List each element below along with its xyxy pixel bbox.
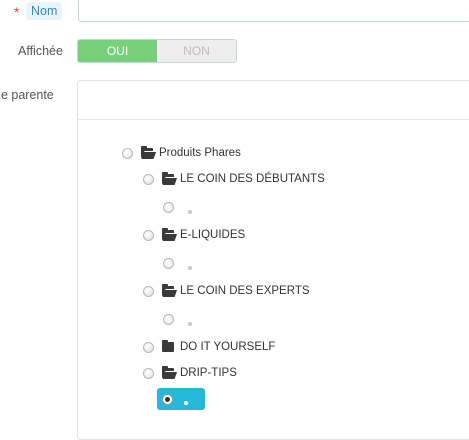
tree-node-category[interactable]: E-LIQUIDES xyxy=(143,226,245,244)
radio-button[interactable] xyxy=(143,367,154,379)
tree-node-label[interactable]: DRIP-TIPS xyxy=(180,367,237,379)
tree-node-category[interactable]: DO IT YOURSELF xyxy=(143,338,275,356)
radio-button[interactable] xyxy=(163,201,174,213)
folder-open-icon[interactable] xyxy=(162,283,178,297)
parent-category-label: rie parente xyxy=(0,88,54,102)
switch-on-option[interactable]: OUI xyxy=(78,40,157,62)
tree-node-root[interactable]: Produits Phares xyxy=(122,144,241,162)
displayed-label: Affichée xyxy=(18,44,63,58)
tree-node-empty-child[interactable] xyxy=(163,198,192,216)
name-input[interactable] xyxy=(78,0,469,22)
radio-button[interactable] xyxy=(163,313,174,325)
tree-node-label[interactable]: DO IT YOURSELF xyxy=(180,341,275,353)
radio-button[interactable] xyxy=(122,147,133,159)
tree-node-empty-child[interactable] xyxy=(163,254,192,272)
folder-open-icon[interactable] xyxy=(162,171,178,185)
tree-toolbar-divider xyxy=(78,119,469,120)
folder-open-icon[interactable] xyxy=(141,145,157,159)
tree-node-label[interactable]: E-LIQUIDES xyxy=(180,229,245,241)
name-label: Nom xyxy=(26,2,63,20)
empty-leaf-dot xyxy=(188,266,192,270)
category-tree-panel xyxy=(77,80,469,440)
tree-node-label[interactable]: Produits Phares xyxy=(159,147,241,159)
tree-node-label[interactable]: LE COIN DES DÉBUTANTS xyxy=(180,173,325,185)
radio-button[interactable] xyxy=(143,341,154,353)
tree-node-category[interactable]: DRIP-TIPS xyxy=(143,364,237,382)
tree-node-category[interactable]: LE COIN DES EXPERTS xyxy=(143,282,310,300)
empty-leaf-dot xyxy=(188,210,192,214)
tree-node-empty-child[interactable] xyxy=(163,310,192,328)
tree-node-label[interactable]: LE COIN DES EXPERTS xyxy=(180,285,310,297)
folder-open-icon[interactable] xyxy=(162,227,178,241)
radio-button[interactable] xyxy=(143,285,154,297)
switch-off-option[interactable]: NON xyxy=(157,40,236,62)
empty-leaf-dot xyxy=(184,401,188,405)
folder-open-icon[interactable] xyxy=(162,365,178,379)
empty-leaf-dot xyxy=(188,322,192,326)
radio-button-checked[interactable] xyxy=(162,393,173,405)
radio-button[interactable] xyxy=(143,173,154,185)
displayed-switch[interactable]: OUI NON xyxy=(77,39,237,63)
required-asterisk: * xyxy=(14,4,20,20)
tree-node-selected[interactable] xyxy=(157,388,205,410)
tree-node-category[interactable]: LE COIN DES DÉBUTANTS xyxy=(143,170,325,188)
radio-button[interactable] xyxy=(163,257,174,269)
radio-button[interactable] xyxy=(143,229,154,241)
folder-closed-icon[interactable] xyxy=(162,339,176,353)
